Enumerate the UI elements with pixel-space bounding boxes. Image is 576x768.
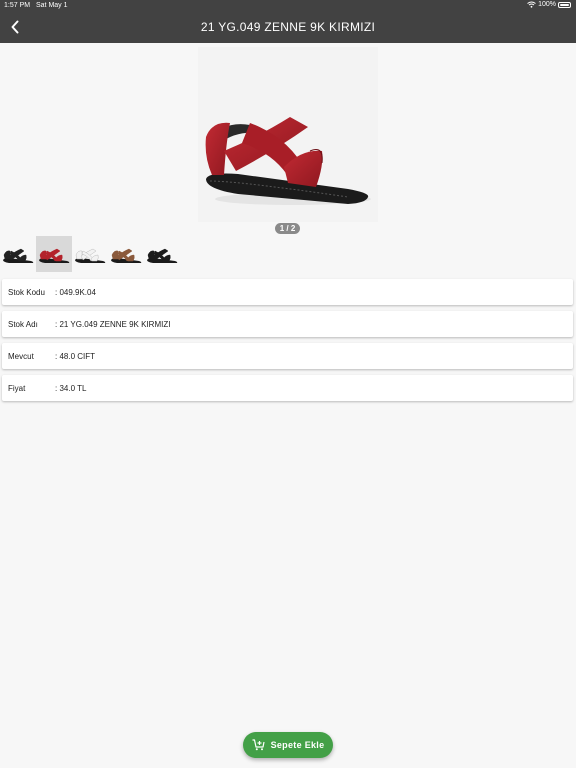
sandal-thumbnail-image <box>111 248 142 263</box>
status-bar: 1:57 PM Sat May 1 100% <box>0 0 576 12</box>
status-time: 1:57 PM <box>4 2 31 9</box>
add-to-cart-button[interactable]: Sepete Ekle <box>243 732 333 758</box>
status-date: Sat May 1 <box>36 2 68 9</box>
detail-label: Mevcut <box>8 352 34 361</box>
sandal-thumbnail-image <box>3 248 34 263</box>
thumbnail-3[interactable] <box>72 236 108 272</box>
detail-value: : 48.0 CIFT <box>55 352 96 361</box>
detail-label: Stok Adı <box>8 320 38 329</box>
wifi-icon <box>527 1 536 8</box>
thumbnail-strip <box>0 236 180 273</box>
sandal-image <box>205 117 371 205</box>
detail-row: Fiyat : 34.0 TL <box>2 375 573 401</box>
thumbnail-4[interactable] <box>108 236 144 272</box>
cart-add-icon <box>252 739 265 751</box>
product-image[interactable] <box>198 47 378 222</box>
thumbnail-5[interactable] <box>144 236 180 272</box>
status-right: 100% <box>527 1 571 8</box>
detail-value: : 21 YG.049 ZENNE 9K KIRMIZI <box>55 320 171 329</box>
sandal-thumbnail-image <box>147 248 178 263</box>
sandal-thumbnail-image <box>39 248 70 263</box>
detail-row: Mevcut : 48.0 CIFT <box>2 343 573 369</box>
image-pager: 1 / 2 <box>275 223 300 234</box>
detail-row: Stok Adı : 21 YG.049 ZENNE 9K KIRMIZI <box>2 311 573 337</box>
page-title: 21 YG.049 ZENNE 9K KIRMIZI <box>200 20 376 34</box>
detail-row: Stok Kodu : 049.9K.04 <box>2 279 573 305</box>
battery-percent: 100% <box>538 1 556 8</box>
thumbnail-1[interactable] <box>0 236 36 272</box>
add-to-cart-label: Sepete Ekle <box>270 740 325 750</box>
detail-value: : 049.9K.04 <box>55 288 96 297</box>
sandal-thumbnail-image <box>75 248 106 263</box>
detail-label: Fiyat <box>8 384 26 393</box>
app-bar: 21 YG.049 ZENNE 9K KIRMIZI <box>0 12 576 43</box>
thumbnail-2[interactable] <box>36 236 72 272</box>
battery-icon <box>558 1 571 8</box>
detail-label: Stok Kodu <box>8 288 45 297</box>
detail-value: : 34.0 TL <box>55 384 87 393</box>
